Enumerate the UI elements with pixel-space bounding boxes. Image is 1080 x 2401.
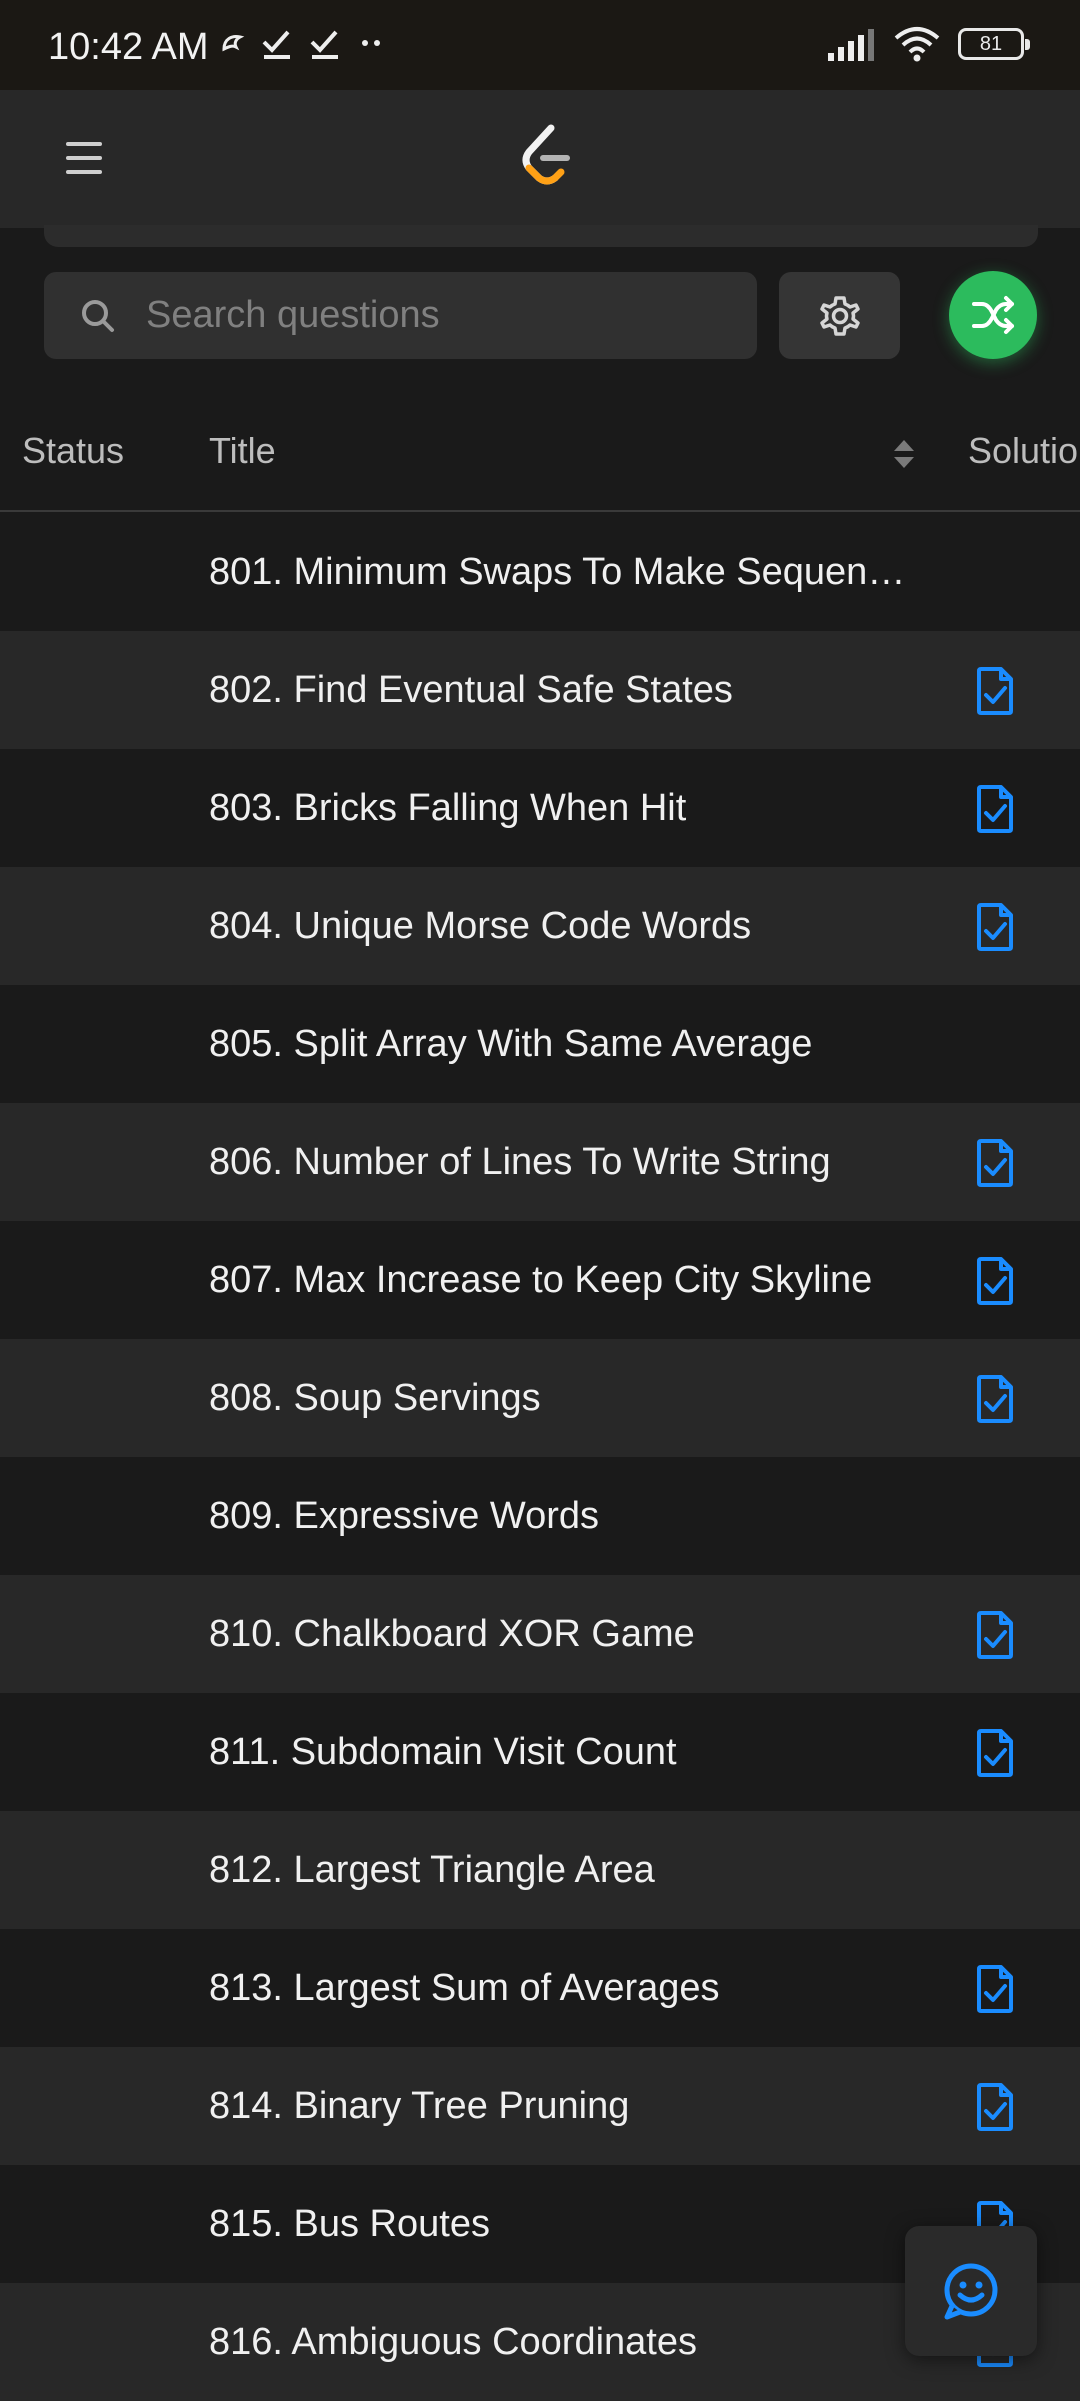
question-row[interactable]: 803. Bricks Falling When Hit: [0, 749, 1080, 867]
collapsed-panel-edge: [44, 225, 1038, 247]
sort-icon[interactable]: [888, 434, 920, 474]
solution-document-icon[interactable]: [975, 1375, 1015, 1423]
menu-icon-line: [66, 142, 102, 146]
leetcode-logo-icon: [522, 124, 570, 185]
question-title[interactable]: 812. Largest Triangle Area: [209, 1811, 655, 1929]
question-row[interactable]: 802. Find Eventual Safe States: [0, 631, 1080, 749]
question-title[interactable]: 814. Binary Tree Pruning: [209, 2047, 629, 2165]
table-header: Status Title Solution: [0, 400, 1080, 512]
smiley-chat-icon: [944, 2263, 998, 2320]
status-time: 10:42 AM: [48, 26, 209, 68]
question-row[interactable]: 808. Soup Servings: [0, 1339, 1080, 1457]
notification-app-icon: [222, 35, 245, 52]
wifi-icon: [894, 27, 940, 62]
solution-document-icon[interactable]: [975, 1965, 1015, 2013]
search-box[interactable]: [44, 272, 757, 359]
question-title[interactable]: 806. Number of Lines To Write String: [209, 1103, 831, 1221]
question-title[interactable]: 803. Bricks Falling When Hit: [209, 749, 686, 867]
question-row[interactable]: 812. Largest Triangle Area: [0, 1811, 1080, 1929]
question-row[interactable]: 804. Unique Morse Code Words: [0, 867, 1080, 985]
question-title[interactable]: 809. Expressive Words: [209, 1457, 599, 1575]
question-title[interactable]: 815. Bus Routes: [209, 2165, 490, 2283]
question-list: 801. Minimum Swaps To Make Sequences Inc…: [0, 513, 1080, 2401]
solution-document-icon[interactable]: [975, 1611, 1015, 1659]
question-title[interactable]: 805. Split Array With Same Average: [209, 985, 812, 1103]
question-row[interactable]: 811. Subdomain Visit Count: [0, 1693, 1080, 1811]
question-row[interactable]: 807. Max Increase to Keep City Skyline: [0, 1221, 1080, 1339]
question-title[interactable]: 802. Find Eventual Safe States: [209, 631, 733, 749]
question-title[interactable]: 816. Ambiguous Coordinates: [209, 2283, 697, 2401]
question-title[interactable]: 807. Max Increase to Keep City Skyline: [209, 1221, 872, 1339]
question-title[interactable]: 804. Unique Morse Code Words: [209, 867, 751, 985]
menu-button[interactable]: [54, 128, 114, 188]
solution-document-icon[interactable]: [975, 1729, 1015, 1777]
column-header-status[interactable]: Status: [22, 430, 124, 472]
search-input[interactable]: [144, 285, 757, 346]
feedback-button[interactable]: [905, 2226, 1037, 2356]
task-done-icon: [310, 30, 338, 59]
solution-document-icon[interactable]: [975, 667, 1015, 715]
search-icon: [82, 299, 114, 332]
menu-icon-line: [66, 156, 102, 160]
question-row[interactable]: 809. Expressive Words: [0, 1457, 1080, 1575]
gear-icon: [819, 295, 860, 336]
question-row[interactable]: 805. Split Array With Same Average: [0, 985, 1080, 1103]
solution-document-icon[interactable]: [975, 1139, 1015, 1187]
pick-random-button[interactable]: [949, 271, 1037, 359]
more-notifications-icon: [362, 40, 380, 46]
battery-indicator: 81: [958, 28, 1030, 60]
question-title[interactable]: 813. Largest Sum of Averages: [209, 1929, 720, 2047]
shuffle-icon: [972, 296, 1014, 334]
menu-icon-line: [66, 170, 102, 174]
solution-document-icon[interactable]: [975, 1257, 1015, 1305]
question-row[interactable]: 813. Largest Sum of Averages: [0, 1929, 1080, 2047]
app-header: [0, 90, 1080, 228]
question-row[interactable]: 806. Number of Lines To Write String: [0, 1103, 1080, 1221]
system-icons: 81: [826, 26, 1030, 62]
signal-icon: [828, 29, 874, 61]
column-header-solution[interactable]: Solution: [968, 430, 1080, 472]
question-row[interactable]: 801. Minimum Swaps To Make Sequences Inc…: [0, 513, 1080, 631]
question-title[interactable]: 810. Chalkboard XOR Game: [209, 1575, 695, 1693]
solution-document-icon[interactable]: [975, 903, 1015, 951]
question-title[interactable]: 801. Minimum Swaps To Make Sequences Inc…: [209, 513, 919, 631]
question-row[interactable]: 814. Binary Tree Pruning: [0, 2047, 1080, 2165]
settings-button[interactable]: [779, 272, 900, 359]
notification-icons: [218, 26, 386, 60]
solution-document-icon[interactable]: [975, 2083, 1015, 2131]
status-bar: 10:42 AM 81: [0, 0, 1080, 90]
solution-document-icon[interactable]: [975, 785, 1015, 833]
question-row[interactable]: 810. Chalkboard XOR Game: [0, 1575, 1080, 1693]
column-header-title[interactable]: Title: [209, 430, 276, 472]
task-done-icon: [262, 30, 290, 59]
question-title[interactable]: 811. Subdomain Visit Count: [209, 1693, 677, 1811]
question-title[interactable]: 808. Soup Servings: [209, 1339, 541, 1457]
